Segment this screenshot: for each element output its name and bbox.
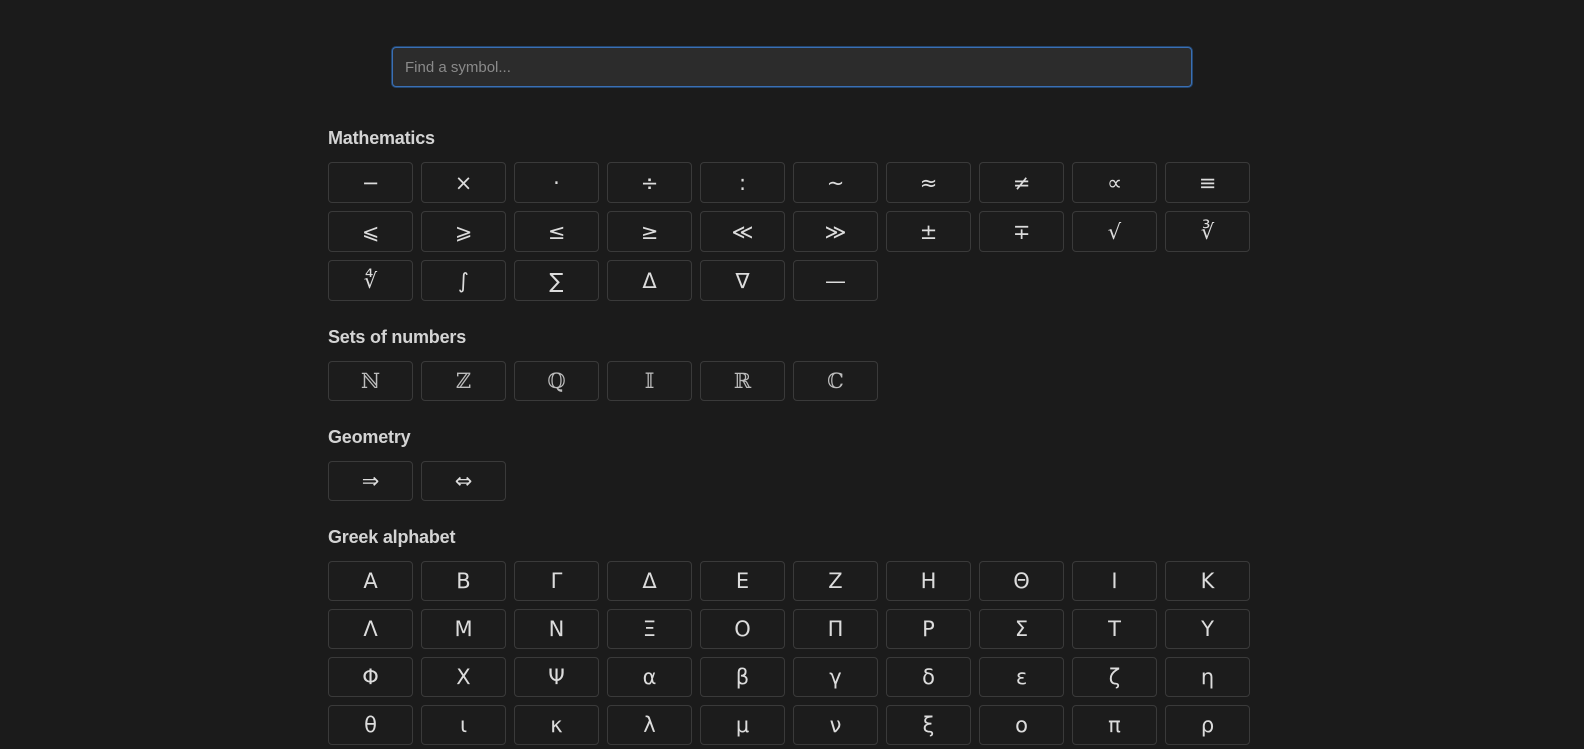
symbol-button[interactable]: Ρ bbox=[886, 609, 971, 649]
symbol-grid-sets-of-numbers: ℕℤℚ𝕀ℝℂ bbox=[328, 361, 1268, 401]
section-sets-of-numbers: Sets of numbers ℕℤℚ𝕀ℝℂ bbox=[328, 327, 1268, 401]
section-geometry: Geometry ⇒ ⇔ bbox=[328, 427, 1268, 501]
symbol-button[interactable]: ι bbox=[421, 705, 506, 745]
symbol-button[interactable]: ℝ bbox=[700, 361, 785, 401]
section-mathematics: Mathematics − × · ÷: ~ ≈ ≠ ∝ ≡ ⩽ ⩾ ≤ ≥ ≪ ≫ ± ∓ √ ∛ ∜ ∫ ∑ Δ ∇ — bbox=[328, 128, 1268, 301]
symbol-button[interactable]: ∑ bbox=[514, 260, 599, 301]
symbol-button[interactable]: ℚ bbox=[514, 361, 599, 401]
symbol-button[interactable]: γ bbox=[793, 657, 878, 697]
symbol-button[interactable]: Ι bbox=[1072, 561, 1157, 601]
symbol-button[interactable]: β bbox=[700, 657, 785, 697]
symbol-button[interactable]: ∫ bbox=[421, 260, 506, 301]
symbol-button[interactable]: ≥ bbox=[607, 211, 692, 252]
search-bar bbox=[392, 47, 1192, 87]
symbol-button[interactable]: ÷ bbox=[607, 162, 692, 203]
symbol-button[interactable]: Α bbox=[328, 561, 413, 601]
symbol-button[interactable]: Φ bbox=[328, 657, 413, 697]
symbol-button[interactable]: ≤ bbox=[514, 211, 599, 252]
symbol-button[interactable]: ∓ bbox=[979, 211, 1064, 252]
symbol-button[interactable]: Π bbox=[793, 609, 878, 649]
symbol-button[interactable]: Χ bbox=[421, 657, 506, 697]
symbol-button[interactable]: Γ bbox=[514, 561, 599, 601]
symbol-button[interactable]: Μ bbox=[421, 609, 506, 649]
symbol-button[interactable]: Ψ bbox=[514, 657, 599, 697]
symbol-button[interactable]: ℕ bbox=[328, 361, 413, 401]
symbol-button[interactable]: : bbox=[700, 162, 785, 203]
symbol-button[interactable]: Ν bbox=[514, 609, 599, 649]
symbol-button[interactable]: ∝ bbox=[1072, 162, 1157, 203]
symbol-button[interactable]: Λ bbox=[328, 609, 413, 649]
symbol-button[interactable]: Ξ bbox=[607, 609, 692, 649]
symbol-button[interactable]: θ bbox=[328, 705, 413, 745]
symbol-button[interactable]: ≈ bbox=[886, 162, 971, 203]
symbol-button[interactable]: Σ bbox=[979, 609, 1064, 649]
section-title: Greek alphabet bbox=[328, 527, 456, 547]
symbol-button[interactable]: Ζ bbox=[793, 561, 878, 601]
symbol-button[interactable]: 𝕀 bbox=[607, 361, 692, 401]
section-title: Geometry bbox=[328, 427, 411, 447]
symbol-button[interactable]: π bbox=[1072, 705, 1157, 745]
symbol-button[interactable]: α bbox=[607, 657, 692, 697]
symbol-button[interactable]: Θ bbox=[979, 561, 1064, 601]
symbol-button[interactable]: μ bbox=[700, 705, 785, 745]
symbol-button[interactable]: ζ bbox=[1072, 657, 1157, 697]
symbol-button[interactable]: — bbox=[793, 260, 878, 301]
symbol-button[interactable]: η bbox=[1165, 657, 1250, 697]
symbol-grid-greek-alphabet: ΑΒΓΔΕΖΗΘΙΚ ΛΜΝΞΟΠΡΣΤΥ ΦΧΨαβγδεζη θικλμνξοπρ bbox=[328, 561, 1268, 745]
symbol-picker-page: Mathematics −×·÷:~≈≠∝≡⩽⩾≤≥≪≫±∓√∛∜∫∑Δ∇— S… bbox=[0, 0, 1584, 749]
symbol-button[interactable]: − bbox=[328, 162, 413, 203]
symbol-button[interactable]: ⩽ bbox=[328, 211, 413, 252]
symbol-button[interactable]: ⇒ bbox=[328, 461, 413, 501]
symbol-button[interactable]: Κ bbox=[1165, 561, 1250, 601]
symbol-button[interactable]: ∜ bbox=[328, 260, 413, 301]
symbol-button[interactable]: ~ bbox=[793, 162, 878, 203]
symbol-button[interactable]: ⇔ bbox=[421, 461, 506, 501]
symbol-button[interactable]: ∇ bbox=[700, 260, 785, 301]
symbol-button[interactable]: ≫ bbox=[793, 211, 878, 252]
section-greek-alphabet: Greek alphabet ΑΒΓΔΕΖΗΘΙΚ ΛΜΝΞΟΠΡΣΤΥ ΦΧΨαβ… bbox=[328, 527, 1268, 745]
symbol-button[interactable]: ± bbox=[886, 211, 971, 252]
symbol-button[interactable]: ℤ bbox=[421, 361, 506, 401]
section-title: Mathematics bbox=[328, 128, 435, 148]
symbol-search-input[interactable] bbox=[392, 47, 1192, 87]
symbol-button[interactable]: Τ bbox=[1072, 609, 1157, 649]
symbol-button[interactable]: ∛ bbox=[1165, 211, 1250, 252]
symbol-sections: Mathematics − × · ÷: ~ ≈ ≠ ∝ ≡ ⩽ ⩾ ≤ ≥ ≪ ≫ ± ∓ √ ∛ ∜ ∫ ∑ Δ ∇ — S… bbox=[328, 128, 1268, 749]
symbol-button[interactable]: ξ bbox=[886, 705, 971, 745]
symbol-button[interactable]: Υ bbox=[1165, 609, 1250, 649]
symbol-button[interactable]: × bbox=[421, 162, 506, 203]
symbol-button[interactable]: √ bbox=[1072, 211, 1157, 252]
symbol-button[interactable]: λ bbox=[607, 705, 692, 745]
symbol-button[interactable]: Β bbox=[421, 561, 506, 601]
symbol-button[interactable]: Ε bbox=[700, 561, 785, 601]
symbol-button[interactable]: ≡ bbox=[1165, 162, 1250, 203]
section-title: Sets of numbers bbox=[328, 327, 467, 347]
symbol-grid-geometry: ⇒ ⇔ bbox=[328, 461, 1268, 501]
symbol-button[interactable]: ο bbox=[979, 705, 1064, 745]
symbol-button[interactable]: Ο bbox=[700, 609, 785, 649]
symbol-button[interactable]: ρ bbox=[1165, 705, 1250, 745]
symbol-button[interactable]: ℂ bbox=[793, 361, 878, 401]
symbol-button[interactable]: ⩾ bbox=[421, 211, 506, 252]
symbol-grid-mathematics: − × · ÷: ~ ≈ ≠ ∝ ≡ ⩽ ⩾ ≤ ≥ ≪ ≫ ± ∓ √ ∛ ∜ ∫ ∑ Δ ∇ — bbox=[328, 162, 1268, 301]
symbol-button[interactable]: · bbox=[514, 162, 599, 203]
symbol-button[interactable]: ≠ bbox=[979, 162, 1064, 203]
symbol-button[interactable]: Η bbox=[886, 561, 971, 601]
symbol-button[interactable]: δ bbox=[886, 657, 971, 697]
symbol-button[interactable]: ε bbox=[979, 657, 1064, 697]
symbol-button[interactable]: ≪ bbox=[700, 211, 785, 252]
symbol-button[interactable]: Δ bbox=[607, 561, 692, 601]
symbol-button[interactable]: ν bbox=[793, 705, 878, 745]
symbol-button[interactable]: Δ bbox=[607, 260, 692, 301]
symbol-button[interactable]: κ bbox=[514, 705, 599, 745]
